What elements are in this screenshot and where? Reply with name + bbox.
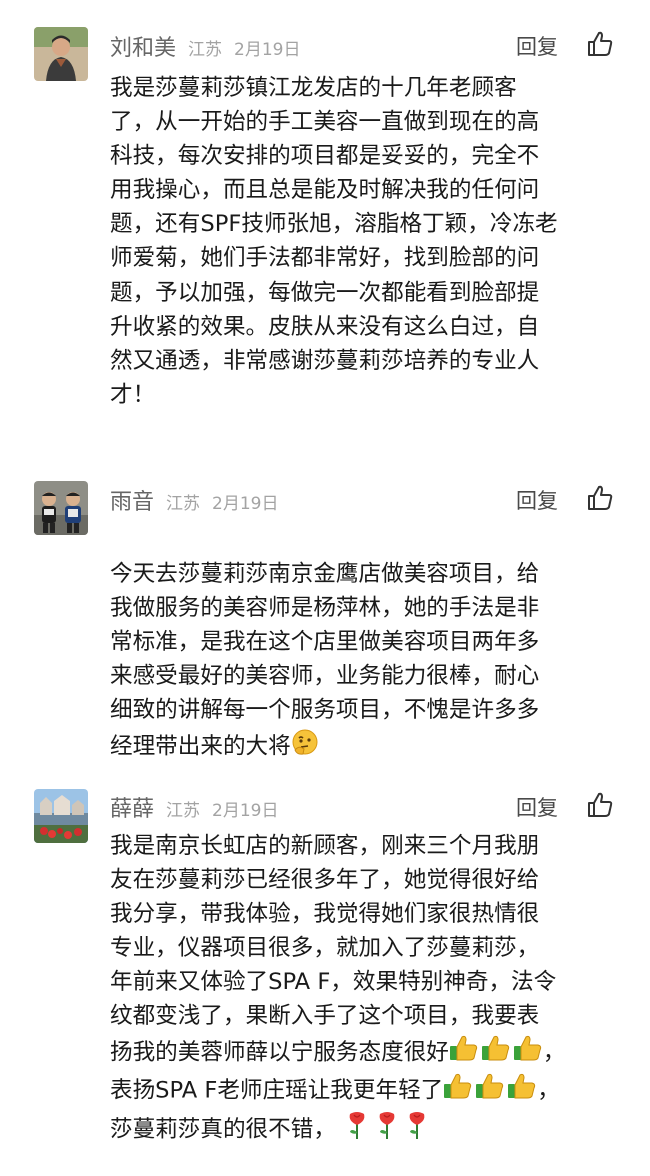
reply-button[interactable]: 回复	[516, 792, 558, 822]
reply-button[interactable]: 回复	[516, 31, 558, 61]
comment-line-suffix: ，	[537, 1077, 560, 1104]
reply-button[interactable]: 回复	[516, 485, 558, 515]
comment-line: 我分享，带我体验，我觉得她们家很热情很	[110, 901, 540, 928]
comment-line: 莎蔓莉莎真的很不错，	[110, 1110, 620, 1150]
rose-icon	[406, 1110, 428, 1150]
comment-text-content: 今天去莎蔓莉莎南京金鹰店做美容项目，给 我做服务的美容师是杨萍林，她的手法是非 …	[110, 561, 540, 760]
username[interactable]: 雨音	[110, 484, 154, 516]
region-label: 江苏	[166, 801, 201, 821]
thumbs-up-icon	[513, 1034, 543, 1072]
thinking-face-icon	[291, 728, 319, 766]
comment-line: 专业，仪器项目很多，就加入了莎蔓莉莎，	[110, 935, 540, 962]
timestamp: 2月19日	[234, 40, 301, 60]
rose-icon	[346, 1110, 368, 1150]
comment-line: 年前来又体验了SPA F，效果特别神奇，法令	[110, 969, 557, 996]
thumbs-up-icon	[449, 1034, 479, 1072]
comment-text: 我是南京长虹店的新顾客，刚来三个月我朋 友在莎蔓莉莎已经很多年了，她觉得很好给 …	[110, 829, 620, 1150]
thumbs-up-group	[443, 1072, 537, 1110]
comment-line-suffix: ，	[542, 1039, 566, 1066]
username[interactable]: 刘和美	[110, 30, 176, 62]
comment-line: 扬我的美蓉师薛以宁服务态度很好 ，	[110, 1034, 620, 1072]
avatar[interactable]	[34, 481, 88, 535]
region-label: 江苏	[166, 494, 201, 514]
comment-line-text: 莎蔓莉莎真的很不错，	[110, 1116, 336, 1143]
comment-line: 表扬SPA F老师庄瑶让我更年轻了 ，	[110, 1072, 620, 1110]
region-label: 江苏	[188, 40, 223, 60]
comment-line: 友在莎蔓莉莎已经很多年了，她觉得很好给	[110, 867, 540, 894]
comment-text: 今天去莎蔓莉莎南京金鹰店做美容项目，给 我做服务的美容师是杨萍林，她的手法是非 …	[110, 523, 620, 766]
rose-icon	[376, 1110, 398, 1150]
comment-text: 我是莎蔓莉莎镇江龙发店的十几年老顾客 了，从一开始的手工美容一直做到现在的高 科…	[110, 75, 558, 408]
comment-line: 我是南京长虹店的新顾客，刚来三个月我朋	[110, 833, 540, 859]
thumbs-up-icon	[481, 1034, 511, 1072]
avatar[interactable]	[34, 789, 88, 843]
comment-line-text: 表扬SPA F老师庄瑶让我更年轻了	[110, 1077, 444, 1104]
comment-meta: 雨音 江苏 2月19日	[110, 484, 279, 516]
like-icon[interactable]	[586, 484, 614, 512]
comment-line-text: 扬我的美蓉师薛以宁服务态度很好	[110, 1039, 449, 1066]
like-icon[interactable]	[586, 791, 614, 819]
thumbs-up-icon	[475, 1072, 505, 1110]
comment-meta: 刘和美 江苏 2月19日	[110, 30, 301, 62]
username[interactable]: 薛薛	[110, 791, 154, 823]
avatar[interactable]	[34, 27, 88, 81]
timestamp: 2月19日	[212, 494, 279, 514]
like-icon[interactable]	[586, 30, 614, 58]
comment-line: 纹都变浅了，果断入手了这个项目，我要表	[110, 1003, 540, 1030]
thumbs-up-icon	[507, 1072, 537, 1110]
timestamp: 2月19日	[212, 801, 279, 821]
thumbs-up-icon	[443, 1072, 473, 1110]
rose-group	[346, 1110, 428, 1150]
comment-meta: 薛薛 江苏 2月19日	[110, 791, 279, 823]
thumbs-up-group	[449, 1034, 543, 1072]
